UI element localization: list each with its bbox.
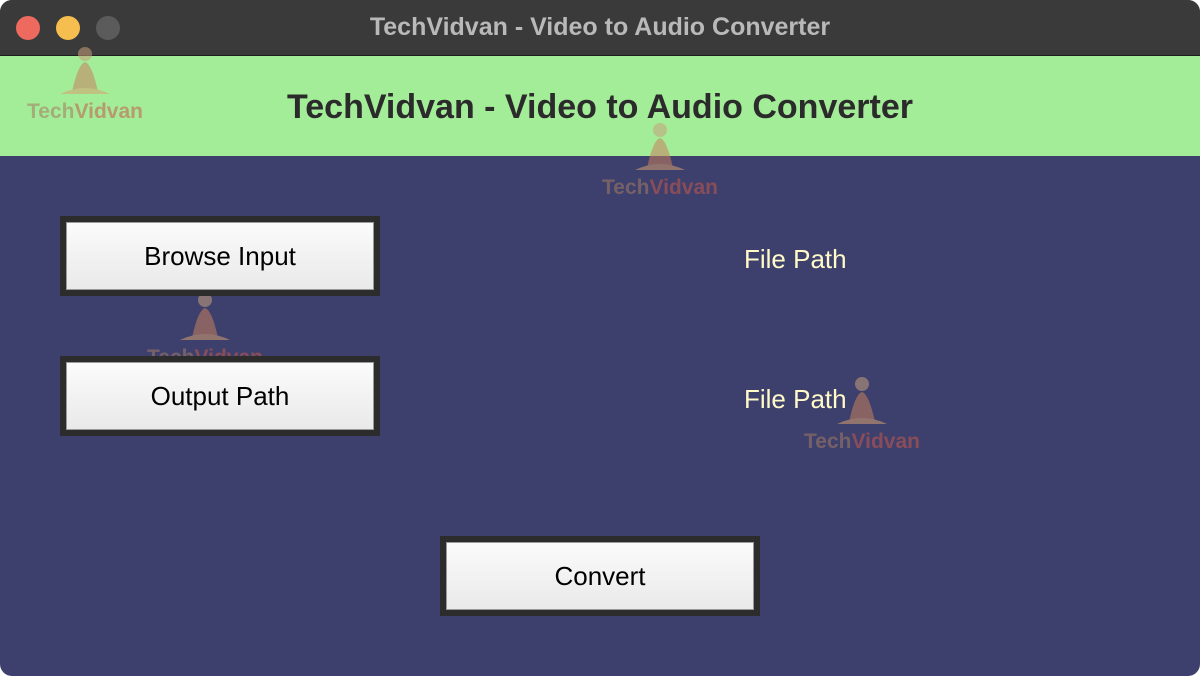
output-file-path-label: File Path	[744, 384, 847, 414]
convert-button[interactable]: Convert	[440, 536, 760, 616]
title-bar[interactable]: TechVidvan - Video to Audio Converter	[0, 0, 1200, 56]
output-path-button[interactable]: Output Path	[60, 356, 380, 436]
browse-input-button[interactable]: Browse Input	[60, 216, 380, 296]
watermark-text: TechVidvan	[602, 176, 718, 199]
convert-button-label[interactable]: Convert	[446, 542, 754, 610]
app-window: TechVidvan - Video to Audio Converter Te…	[0, 0, 1200, 676]
input-file-path-label: File Path	[744, 244, 847, 274]
output-path-button-label[interactable]: Output Path	[66, 362, 374, 430]
watermark-text: TechVidvan	[804, 430, 920, 453]
window-title: TechVidvan - Video to Audio Converter	[369, 13, 831, 41]
page-title: TechVidvan - Video to Audio Converter	[287, 88, 913, 126]
watermark-figure-icon	[180, 293, 230, 340]
browse-input-button-label[interactable]: Browse Input	[66, 222, 374, 290]
header-band: TechVidvan - Video to Audio Converter	[0, 56, 1200, 156]
